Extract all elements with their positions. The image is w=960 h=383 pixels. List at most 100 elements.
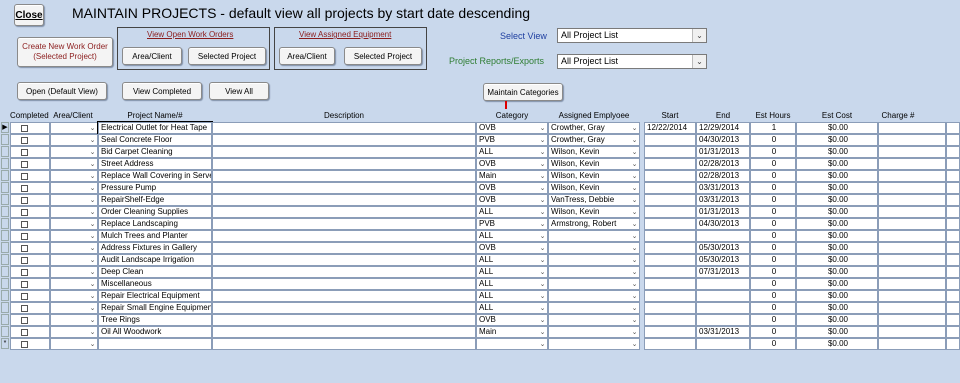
reports-combo[interactable]: All Project List ⌄ — [557, 54, 707, 69]
cost-cell[interactable]: $0.00 — [796, 218, 878, 230]
start-cell[interactable] — [644, 170, 696, 182]
employee-combo[interactable]: ⌄ — [548, 326, 640, 338]
desc-cell[interactable] — [212, 158, 476, 170]
end-cell[interactable]: 04/30/2013 — [696, 218, 750, 230]
cost-cell[interactable]: $0.00 — [796, 278, 878, 290]
cost-cell[interactable]: $0.00 — [796, 158, 878, 170]
end-cell[interactable]: 12/29/2014 — [696, 122, 750, 134]
employee-combo[interactable]: ⌄ — [548, 230, 640, 242]
chevron-down-icon[interactable]: ⌄ — [538, 256, 547, 265]
row-selector[interactable]: ▶ — [1, 122, 9, 133]
name-cell[interactable]: Repair Electrical Equipment — [98, 290, 212, 302]
completed-cell[interactable] — [10, 278, 50, 290]
end-cell[interactable]: 02/28/2013 — [696, 170, 750, 182]
start-cell[interactable] — [644, 278, 696, 290]
table-row[interactable]: ⌄ Tree Rings OVB ⌄ ⌄ 0 $0.00 — [0, 314, 960, 326]
charge-cell[interactable] — [878, 158, 946, 170]
cost-cell[interactable]: $0.00 — [796, 170, 878, 182]
table-row[interactable]: ⌄ Order Cleaning Supplies ALL ⌄ Wilson, Kevi… — [0, 206, 960, 218]
extra-cell[interactable] — [946, 170, 960, 182]
hours-cell[interactable]: 1 — [750, 122, 796, 134]
table-row[interactable]: ⌄ Replace Wall Covering in Server Main ⌄ Wil… — [0, 170, 960, 182]
desc-cell[interactable] — [212, 290, 476, 302]
name-cell[interactable]: Electrical Outlet for Heat Tape — [97, 121, 213, 135]
completed-checkbox[interactable] — [21, 281, 28, 288]
completed-checkbox[interactable] — [21, 269, 28, 276]
category-combo[interactable]: OVB ⌄ — [476, 182, 548, 194]
row-selector[interactable] — [1, 134, 9, 145]
chevron-down-icon[interactable]: ⌄ — [88, 160, 97, 169]
chevron-down-icon[interactable]: ⌄ — [630, 256, 639, 265]
category-combo[interactable]: Main ⌄ — [476, 326, 548, 338]
charge-cell[interactable] — [878, 122, 946, 134]
table-row[interactable]: ⌄ RepairShelf-Edge OVB ⌄ VanTress, Debbie ⌄ 03… — [0, 194, 960, 206]
employee-combo[interactable]: VanTress, Debbie ⌄ — [548, 194, 640, 206]
chevron-down-icon[interactable]: ⌄ — [630, 172, 639, 181]
desc-cell[interactable] — [212, 206, 476, 218]
charge-cell[interactable] — [878, 290, 946, 302]
desc-cell[interactable] — [212, 338, 476, 350]
chevron-down-icon[interactable]: ⌄ — [538, 172, 547, 181]
chevron-down-icon[interactable]: ⌄ — [88, 256, 97, 265]
name-cell[interactable]: Bid Carpet Cleaning — [98, 146, 212, 158]
area-client-combo[interactable]: ⌄ — [50, 266, 98, 278]
desc-cell[interactable] — [212, 134, 476, 146]
completed-cell[interactable] — [10, 338, 50, 350]
cost-cell[interactable]: $0.00 — [796, 122, 878, 134]
table-row[interactable]: ⌄ Replace Landscaping PVB ⌄ Armstrong, Rober… — [0, 218, 960, 230]
hours-cell[interactable]: 0 — [750, 266, 796, 278]
open-default-view-button[interactable]: Open (Default View) — [17, 82, 107, 100]
extra-cell[interactable] — [946, 206, 960, 218]
start-cell[interactable] — [644, 218, 696, 230]
start-cell[interactable] — [644, 230, 696, 242]
employee-combo[interactable]: ⌄ — [548, 302, 640, 314]
hours-cell[interactable]: 0 — [750, 290, 796, 302]
category-combo[interactable]: ALL ⌄ — [476, 206, 548, 218]
assigned-area-client-button[interactable]: Area/Client — [279, 47, 335, 65]
desc-cell[interactable] — [212, 230, 476, 242]
employee-combo[interactable]: Wilson, Kevin ⌄ — [548, 206, 640, 218]
open-selected-project-button[interactable]: Selected Project — [188, 47, 266, 65]
area-client-combo[interactable]: ⌄ — [50, 122, 98, 134]
cost-cell[interactable]: $0.00 — [796, 266, 878, 278]
desc-cell[interactable] — [212, 170, 476, 182]
extra-cell[interactable] — [946, 182, 960, 194]
chevron-down-icon[interactable]: ⌄ — [538, 160, 547, 169]
completed-checkbox[interactable] — [21, 257, 28, 264]
view-all-button[interactable]: View All — [209, 82, 269, 100]
start-cell[interactable] — [644, 338, 696, 350]
area-client-combo[interactable]: ⌄ — [50, 254, 98, 266]
completed-checkbox[interactable] — [21, 137, 28, 144]
name-cell[interactable]: Replace Landscaping — [98, 218, 212, 230]
table-row[interactable]: * ⌄ ⌄ ⌄ 0 $0.00 — [0, 338, 960, 350]
extra-cell[interactable] — [946, 278, 960, 290]
completed-cell[interactable] — [10, 266, 50, 278]
completed-checkbox[interactable] — [21, 245, 28, 252]
start-cell[interactable] — [644, 134, 696, 146]
employee-combo[interactable]: Crowther, Gray ⌄ — [548, 134, 640, 146]
category-combo[interactable]: Main ⌄ — [476, 170, 548, 182]
area-client-combo[interactable]: ⌄ — [50, 134, 98, 146]
charge-cell[interactable] — [878, 182, 946, 194]
chevron-down-icon[interactable]: ⌄ — [538, 244, 547, 253]
charge-cell[interactable] — [878, 194, 946, 206]
hours-cell[interactable]: 0 — [750, 302, 796, 314]
chevron-down-icon[interactable]: ⌄ — [538, 316, 547, 325]
name-cell[interactable]: Deep Clean — [98, 266, 212, 278]
completed-cell[interactable] — [10, 242, 50, 254]
chevron-down-icon[interactable]: ⌄ — [538, 184, 547, 193]
name-cell[interactable]: Pressure Pump — [98, 182, 212, 194]
chevron-down-icon[interactable]: ⌄ — [88, 220, 97, 229]
cost-cell[interactable]: $0.00 — [796, 290, 878, 302]
chevron-down-icon[interactable]: ⌄ — [630, 196, 639, 205]
row-selector[interactable] — [1, 182, 9, 193]
table-row[interactable]: ⌄ Seal Concrete Floor PVB ⌄ Crowther, Gray ⌄ 0… — [0, 134, 960, 146]
area-client-combo[interactable]: ⌄ — [50, 158, 98, 170]
start-cell[interactable] — [644, 146, 696, 158]
desc-cell[interactable] — [212, 266, 476, 278]
extra-cell[interactable] — [946, 122, 960, 134]
completed-cell[interactable] — [10, 290, 50, 302]
employee-combo[interactable]: ⌄ — [548, 278, 640, 290]
completed-checkbox[interactable] — [21, 173, 28, 180]
end-cell[interactable]: 04/30/2013 — [696, 134, 750, 146]
